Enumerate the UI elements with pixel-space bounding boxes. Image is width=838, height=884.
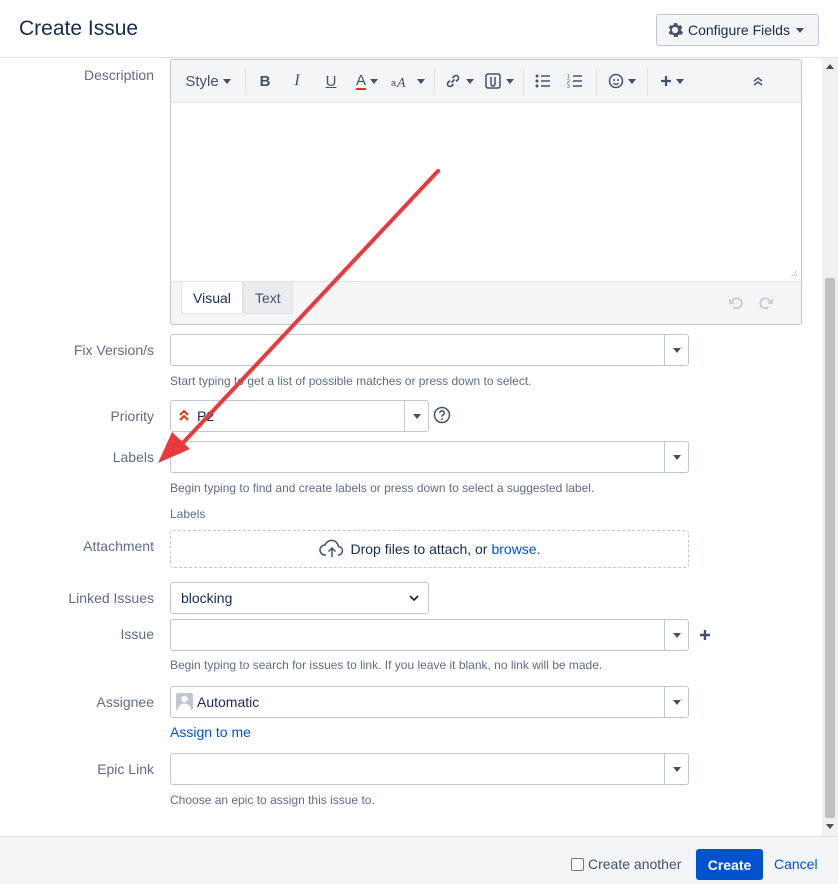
cancel-button[interactable]: Cancel	[774, 856, 818, 872]
svg-text:A: A	[396, 76, 406, 89]
attachment-label: Attachment	[83, 538, 154, 554]
issue-label: Issue	[120, 626, 154, 642]
gear-icon	[668, 23, 684, 37]
labels-input[interactable]	[170, 441, 689, 473]
labels-hint: Begin typing to find and create labels o…	[170, 481, 595, 495]
emoticon-button[interactable]	[601, 67, 643, 95]
issue-dropdown[interactable]	[664, 620, 688, 650]
browse-link[interactable]: browse.	[491, 541, 540, 557]
linked-issues-select[interactable]: blocking	[170, 582, 429, 614]
chevron-down-icon	[672, 766, 681, 772]
fix-version-hint: Start typing to get a list of possible m…	[170, 374, 532, 388]
scroll-down-icon[interactable]	[826, 824, 834, 829]
vertical-scrollbar[interactable]	[822, 58, 838, 836]
insert-more-icon	[661, 76, 671, 86]
svg-text:a: a	[391, 78, 396, 88]
tab-text[interactable]: Text	[243, 282, 293, 314]
assignee-dropdown[interactable]	[664, 687, 688, 717]
epic-link-input[interactable]	[170, 753, 689, 785]
fix-version-input[interactable]	[170, 334, 689, 366]
fix-version-dropdown[interactable]	[664, 335, 688, 365]
link-icon	[446, 74, 460, 88]
numbered-list-icon: 123	[567, 74, 582, 88]
dialog-footer: Create another Create Cancel	[0, 836, 838, 884]
fix-version-label: Fix Version/s	[73, 342, 154, 358]
epic-link-dropdown[interactable]	[664, 754, 688, 784]
assignee-label: Assignee	[96, 694, 154, 710]
help-icon[interactable]	[433, 406, 451, 424]
chevron-down-icon	[672, 632, 681, 638]
collapse-toolbar-button[interactable]	[740, 67, 776, 95]
italic-button[interactable]: I	[280, 67, 314, 95]
create-another-checkbox[interactable]: Create another	[571, 856, 681, 872]
tab-visual[interactable]: Visual	[181, 282, 243, 314]
assignee-value: Automatic	[197, 694, 260, 710]
style-dropdown[interactable]: Style	[175, 67, 241, 95]
style-label: Style	[185, 72, 219, 90]
cloud-upload-icon	[318, 539, 343, 557]
create-another-label: Create another	[588, 856, 682, 872]
description-textarea[interactable]	[171, 102, 801, 282]
description-editor: Style B I U A aA 123 Visual Text	[170, 59, 802, 325]
insert-more-button[interactable]	[652, 67, 692, 95]
chevron-down-icon	[795, 27, 804, 33]
linked-issues-label: Linked Issues	[68, 590, 154, 606]
configure-fields-button[interactable]: Configure Fields	[656, 14, 819, 46]
scrollbar-thumb[interactable]	[825, 278, 835, 818]
labels-sub-label: Labels	[170, 507, 206, 521]
dialog-header: Create Issue Configure Fields	[0, 0, 838, 58]
labels-dropdown[interactable]	[664, 442, 688, 472]
chevron-down-icon	[412, 413, 421, 419]
svg-text:3: 3	[567, 84, 570, 88]
create-button[interactable]: Create	[696, 849, 763, 880]
issue-input[interactable]	[170, 619, 689, 651]
priority-label: Priority	[110, 408, 154, 424]
attachment-dropzone[interactable]: Drop files to attach, or browse.	[170, 530, 689, 568]
collapse-icon	[753, 77, 763, 86]
epic-link-label: Epic Link	[97, 761, 154, 777]
editor-toolbar: Style B I U A aA 123	[171, 60, 801, 102]
drop-files-text: Drop files to attach, or	[350, 541, 488, 557]
resize-handle-icon[interactable]	[790, 270, 798, 278]
attachment-icon	[485, 73, 501, 89]
assign-to-me-link[interactable]: Assign to me	[170, 724, 251, 740]
assignee-select[interactable]: Automatic	[170, 686, 689, 718]
text-color-button[interactable]: A	[348, 67, 386, 95]
epic-link-hint: Choose an epic to assign this issue to.	[170, 793, 375, 807]
priority-value: P2	[197, 408, 215, 424]
numbered-list-button[interactable]: 123	[558, 67, 592, 95]
chevron-down-icon	[672, 454, 681, 460]
issue-hint: Begin typing to search for issues to lin…	[170, 658, 603, 672]
labels-label: Labels	[112, 449, 154, 465]
checkbox[interactable]	[571, 857, 584, 871]
bold-button[interactable]: B	[250, 67, 280, 95]
priority-highest-icon	[179, 409, 189, 421]
configure-fields-label: Configure Fields	[688, 22, 790, 38]
priority-select[interactable]: P2	[170, 400, 429, 432]
priority-dropdown[interactable]	[404, 401, 428, 431]
chevron-down-icon	[409, 595, 419, 602]
scroll-up-icon[interactable]	[826, 64, 834, 69]
form-body: Description Style B I U A aA 1 2 3 Visua…	[0, 58, 822, 836]
undo-icon[interactable]	[727, 294, 745, 312]
redo-icon[interactable]	[757, 294, 775, 312]
text-color-label: A	[355, 71, 366, 90]
avatar	[176, 693, 193, 710]
bullet-list-icon	[535, 74, 550, 88]
linked-issues-value: blocking	[181, 590, 233, 606]
description-label: Description	[83, 67, 154, 83]
bullet-list-button[interactable]	[528, 67, 558, 95]
chevron-down-icon	[672, 699, 681, 705]
chevron-down-icon	[672, 347, 681, 353]
link-button[interactable]	[439, 67, 479, 95]
add-issue-link-icon[interactable]	[698, 628, 712, 642]
more-formatting-button[interactable]: aA	[386, 67, 430, 95]
attachment-button[interactable]	[479, 67, 519, 95]
dialog-title: Create Issue	[19, 17, 139, 40]
more-formatting-icon: aA	[391, 76, 406, 89]
underline-button[interactable]: U	[314, 67, 348, 95]
emoticon-icon	[608, 73, 624, 89]
